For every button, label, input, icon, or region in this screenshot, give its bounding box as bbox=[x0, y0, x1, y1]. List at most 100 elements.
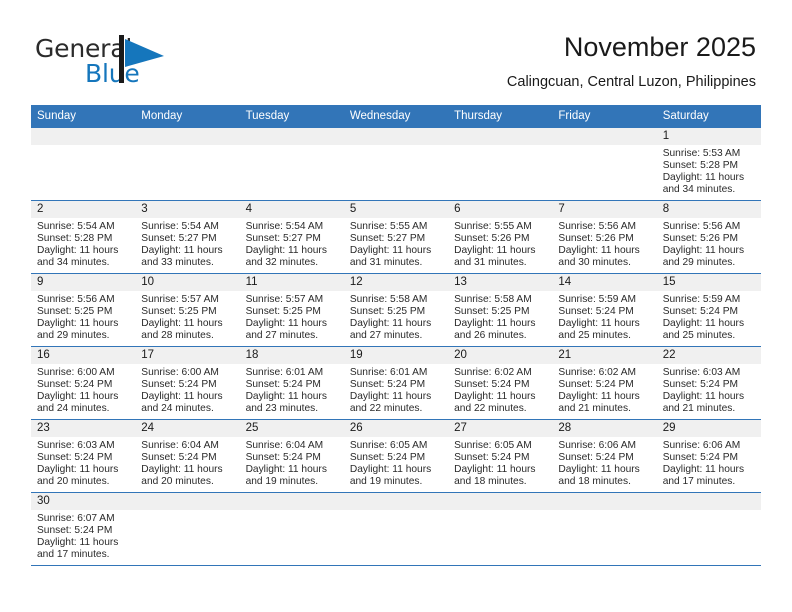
day-cell-inner: 30 Sunrise: 6:07 AM Sunset: 5:24 PM Dayligh… bbox=[31, 493, 136, 565]
day-details: Sunrise: 6:06 AM Sunset: 5:24 PM Daylight:… bbox=[657, 437, 761, 488]
calendar-day-cell[interactable]: 19 Sunrise: 6:01 AM Sunset: 5:24 PM Dayligh… bbox=[343, 346, 449, 420]
calendar-day-cell[interactable]: 13 Sunrise: 5:58 AM Sunset: 5:25 PM Dayligh… bbox=[448, 273, 553, 347]
day-cell-inner: 26 Sunrise: 6:05 AM Sunset: 5:24 PM Dayligh… bbox=[343, 420, 449, 492]
calendar-page: General Blue November 2025 Calingcuan, C… bbox=[0, 0, 792, 612]
daylight-text-line2: and 33 minutes. bbox=[141, 257, 214, 269]
day-number: 19 bbox=[343, 347, 449, 364]
day-number bbox=[552, 128, 657, 145]
day-number bbox=[448, 493, 553, 510]
sunset-text: Sunset: 5:24 PM bbox=[558, 379, 634, 391]
sunset-text: Sunset: 5:27 PM bbox=[349, 233, 426, 245]
daylight-text-line2: and 24 minutes. bbox=[141, 403, 214, 415]
calendar-day-cell[interactable]: 25 Sunrise: 6:04 AM Sunset: 5:24 PM Dayligh… bbox=[239, 419, 344, 493]
sunrise-text: Sunrise: 5:57 AM bbox=[141, 294, 219, 305]
day-number: 5 bbox=[343, 201, 449, 218]
daylight-text-line1: Daylight: 11 hours bbox=[141, 245, 223, 257]
day-details: Sunrise: 6:07 AM Sunset: 5:24 PM Daylight:… bbox=[31, 510, 135, 561]
calendar-day-cell[interactable]: 10 Sunrise: 5:57 AM Sunset: 5:25 PM Dayligh… bbox=[135, 273, 240, 347]
calendar-week-row: 30 Sunrise: 6:07 AM Sunset: 5:24 PM Dayligh… bbox=[31, 492, 761, 566]
calendar-day-cell[interactable]: 18 Sunrise: 6:01 AM Sunset: 5:24 PM Dayligh… bbox=[239, 346, 344, 420]
sunrise-text: Sunrise: 6:05 AM bbox=[454, 440, 532, 451]
weekday-header-thursday: Thursday bbox=[448, 105, 553, 128]
calendar-day-cell[interactable]: 24 Sunrise: 6:04 AM Sunset: 5:24 PM Dayligh… bbox=[135, 419, 240, 493]
day-cell-inner: 12 Sunrise: 5:58 AM Sunset: 5:25 PM Dayligh… bbox=[343, 274, 449, 346]
calendar-day-cell[interactable]: 22 Sunrise: 6:03 AM Sunset: 5:24 PM Dayligh… bbox=[656, 346, 761, 420]
day-cell-inner: 23 Sunrise: 6:03 AM Sunset: 5:24 PM Dayligh… bbox=[31, 420, 136, 492]
calendar-day-cell[interactable]: 3 Sunrise: 5:54 AM Sunset: 5:27 PM Daylight… bbox=[135, 200, 240, 274]
day-cell-inner bbox=[343, 493, 449, 565]
sunset-text: Sunset: 5:24 PM bbox=[245, 452, 321, 464]
daylight-text-line2: and 19 minutes. bbox=[349, 476, 423, 488]
calendar-day-cell[interactable]: 5 Sunrise: 5:55 AM Sunset: 5:27 PM Daylight… bbox=[343, 200, 449, 274]
calendar-week-row: 1 Sunrise: 5:53 AM Sunset: 5:28 PM Daylight… bbox=[31, 128, 761, 201]
day-number: 3 bbox=[135, 201, 240, 218]
day-cell-inner: 9 Sunrise: 5:56 AM Sunset: 5:25 PM Daylight… bbox=[31, 274, 136, 346]
sunset-text: Sunset: 5:24 PM bbox=[37, 452, 113, 464]
calendar-day-cell[interactable]: 27 Sunrise: 6:05 AM Sunset: 5:24 PM Dayligh… bbox=[448, 419, 553, 493]
sunrise-text: Sunrise: 5:54 AM bbox=[245, 221, 324, 232]
brand-logo[interactable]: General Blue bbox=[35, 34, 235, 90]
blue-flag-icon bbox=[119, 35, 164, 83]
day-details: Sunrise: 5:57 AM Sunset: 5:25 PM Daylight:… bbox=[135, 291, 239, 342]
day-cell-inner: 20 Sunrise: 6:02 AM Sunset: 5:24 PM Dayligh… bbox=[448, 347, 553, 419]
daylight-text-line1: Daylight: 11 hours bbox=[454, 391, 536, 403]
sunrise-text: Sunrise: 5:56 AM bbox=[662, 221, 741, 232]
daylight-text-line2: and 25 minutes. bbox=[558, 330, 631, 342]
daylight-text-line1: Daylight: 11 hours bbox=[37, 245, 119, 257]
calendar-day-cell[interactable]: 14 Sunrise: 5:59 AM Sunset: 5:24 PM Dayligh… bbox=[552, 273, 657, 347]
day-cell-inner: 13 Sunrise: 5:58 AM Sunset: 5:25 PM Dayligh… bbox=[448, 274, 553, 346]
calendar-day-cell[interactable]: 26 Sunrise: 6:05 AM Sunset: 5:24 PM Dayligh… bbox=[343, 419, 449, 493]
daylight-text-line1: Daylight: 11 hours bbox=[37, 391, 119, 403]
day-cell-inner: 11 Sunrise: 5:57 AM Sunset: 5:25 PM Dayligh… bbox=[239, 274, 344, 346]
calendar-day-cell[interactable]: 4 Sunrise: 5:54 AM Sunset: 5:27 PM Daylight… bbox=[239, 200, 344, 274]
calendar-day-cell[interactable]: 8 Sunrise: 5:56 AM Sunset: 5:26 PM Daylight… bbox=[656, 200, 761, 274]
sunrise-text: Sunrise: 6:05 AM bbox=[349, 440, 428, 451]
day-details: Sunrise: 5:55 AM Sunset: 5:26 PM Daylight:… bbox=[448, 218, 552, 269]
calendar-day-cell[interactable]: 16 Sunrise: 6:00 AM Sunset: 5:24 PM Dayligh… bbox=[31, 346, 136, 420]
day-number: 26 bbox=[343, 420, 449, 437]
day-number: 11 bbox=[239, 274, 344, 291]
daylight-text-line1: Daylight: 11 hours bbox=[454, 318, 536, 330]
daylight-text-line1: Daylight: 11 hours bbox=[141, 318, 223, 330]
daylight-text-line2: and 23 minutes. bbox=[245, 403, 319, 415]
calendar-day-cell[interactable]: 6 Sunrise: 5:55 AM Sunset: 5:26 PM Daylight… bbox=[448, 200, 553, 274]
daylight-text-line1: Daylight: 11 hours bbox=[662, 318, 745, 330]
calendar-day-cell[interactable]: 9 Sunrise: 5:56 AM Sunset: 5:25 PM Daylight… bbox=[31, 273, 136, 347]
sunset-text: Sunset: 5:26 PM bbox=[662, 233, 739, 245]
day-details: Sunrise: 6:01 AM Sunset: 5:24 PM Daylight:… bbox=[240, 364, 344, 415]
day-cell-inner: 29 Sunrise: 6:06 AM Sunset: 5:24 PM Dayligh… bbox=[656, 420, 761, 492]
day-cell-inner bbox=[343, 128, 449, 200]
calendar-day-cell[interactable]: 28 Sunrise: 6:06 AM Sunset: 5:24 PM Dayligh… bbox=[552, 419, 657, 493]
day-number: 22 bbox=[656, 347, 761, 364]
day-details: Sunrise: 5:54 AM Sunset: 5:27 PM Daylight:… bbox=[135, 218, 239, 269]
calendar-day-cell[interactable]: 1 Sunrise: 5:53 AM Sunset: 5:28 PM Daylight… bbox=[656, 128, 761, 201]
calendar-day-cell[interactable]: 7 Sunrise: 5:56 AM Sunset: 5:26 PM Daylight… bbox=[552, 200, 657, 274]
page-title: November 2025 bbox=[563, 32, 756, 62]
sunrise-text: Sunrise: 5:57 AM bbox=[245, 294, 324, 305]
day-cell-inner: 2 Sunrise: 5:54 AM Sunset: 5:28 PM Daylight… bbox=[31, 201, 136, 273]
weekday-header-row: Sunday Monday Tuesday Wednesday Thursday… bbox=[31, 105, 761, 128]
daylight-text-line1: Daylight: 11 hours bbox=[558, 245, 640, 257]
calendar-day-cell[interactable]: 2 Sunrise: 5:54 AM Sunset: 5:28 PM Daylight… bbox=[31, 200, 136, 274]
calendar-week-row: 23 Sunrise: 6:03 AM Sunset: 5:24 PM Dayligh… bbox=[31, 419, 761, 493]
sunrise-text: Sunrise: 5:53 AM bbox=[662, 148, 741, 159]
day-details: Sunrise: 5:54 AM Sunset: 5:28 PM Daylight:… bbox=[31, 218, 135, 269]
day-details: Sunrise: 6:04 AM Sunset: 5:24 PM Daylight:… bbox=[135, 437, 239, 488]
sunset-text: Sunset: 5:25 PM bbox=[349, 306, 426, 318]
calendar-day-cell[interactable]: 21 Sunrise: 6:02 AM Sunset: 5:24 PM Dayligh… bbox=[552, 346, 657, 420]
calendar-day-cell[interactable]: 30 Sunrise: 6:07 AM Sunset: 5:24 PM Dayligh… bbox=[31, 492, 136, 566]
calendar-day-cell[interactable]: 11 Sunrise: 5:57 AM Sunset: 5:25 PM Dayligh… bbox=[239, 273, 344, 347]
day-number: 15 bbox=[656, 274, 761, 291]
daylight-text-line2: and 27 minutes. bbox=[245, 330, 319, 342]
calendar-day-cell[interactable]: 15 Sunrise: 5:59 AM Sunset: 5:24 PM Dayligh… bbox=[656, 273, 761, 347]
calendar-day-cell[interactable]: 23 Sunrise: 6:03 AM Sunset: 5:24 PM Dayligh… bbox=[31, 419, 136, 493]
calendar-day-cell[interactable]: 20 Sunrise: 6:02 AM Sunset: 5:24 PM Dayligh… bbox=[448, 346, 553, 420]
day-details: Sunrise: 5:56 AM Sunset: 5:26 PM Daylight:… bbox=[552, 218, 656, 269]
calendar-day-cell[interactable]: 29 Sunrise: 6:06 AM Sunset: 5:24 PM Dayligh… bbox=[656, 419, 761, 493]
day-number: 4 bbox=[239, 201, 344, 218]
daylight-text-line1: Daylight: 11 hours bbox=[245, 318, 327, 330]
day-number: 20 bbox=[448, 347, 553, 364]
calendar-day-cell[interactable]: 17 Sunrise: 6:00 AM Sunset: 5:24 PM Dayligh… bbox=[135, 346, 240, 420]
calendar-empty-cell bbox=[656, 492, 761, 566]
calendar-day-cell[interactable]: 12 Sunrise: 5:58 AM Sunset: 5:25 PM Dayligh… bbox=[343, 273, 449, 347]
